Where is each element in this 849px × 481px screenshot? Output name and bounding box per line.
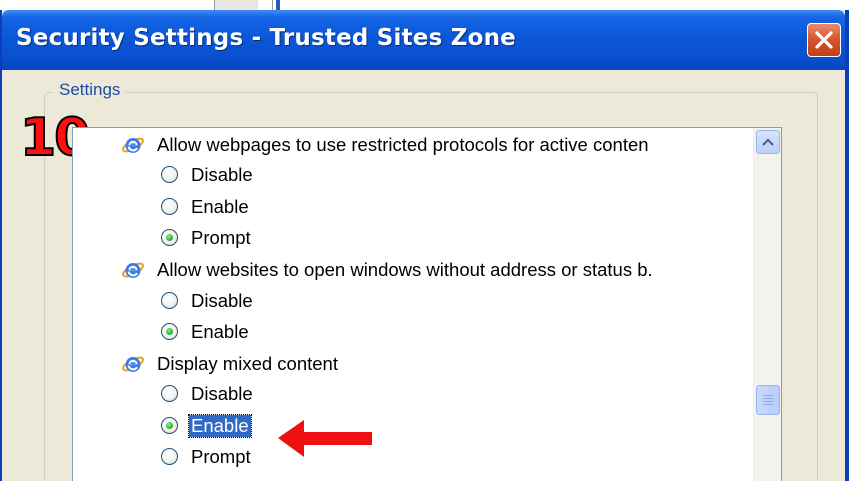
radio-option[interactable]: Disable [161,380,781,410]
ie-icon [121,133,145,157]
thumb-grip-line [763,398,773,399]
radio-button-checked[interactable] [161,416,178,434]
setting-category: Display mixed content [121,349,781,379]
setting-category-label: Allow websites to open windows without a… [157,259,653,281]
setting-category-label: Allow webpages to use restricted protoco… [157,134,649,155]
ie-icon [121,258,145,282]
radio-option[interactable]: Enable [161,412,781,442]
radio-option-label[interactable]: Disable [189,383,255,405]
radio-option-label[interactable]: Enable [189,196,251,218]
radio-button[interactable] [161,291,178,309]
setting-category-label: Display mixed content [157,353,338,375]
settings-list[interactable]: Allow webpages to use restricted protoco… [72,127,782,481]
title-bar[interactable]: Security Settings - Trusted Sites Zone [2,10,845,70]
radio-button[interactable] [161,448,178,465]
setting-category: Allow webpages to use restricted protoco… [121,130,781,160]
scroll-thumb[interactable] [756,385,780,415]
close-button[interactable] [807,23,841,57]
setting-category: Allow websites to open windows without a… [121,255,781,285]
radio-option[interactable]: Enable [161,318,781,348]
dialog-title: Security Settings - Trusted Sites Zone [16,25,516,51]
screenshot: Security Settings - Trusted Sites Zone S… [0,0,849,481]
radio-option[interactable]: Enable [161,193,781,223]
radio-option-label[interactable]: Enable [189,321,251,343]
radio-button[interactable] [161,197,178,215]
radio-option-label[interactable]: Prompt [189,446,253,468]
ie-icon [121,352,145,376]
chevron-up-icon [762,138,774,146]
red-arrow-annotation [278,420,372,457]
radio-option[interactable]: Prompt [161,443,781,473]
radio-option[interactable]: Disable [161,287,781,317]
radio-option-label[interactable]: Disable [189,164,255,186]
radio-option[interactable]: Prompt [161,224,781,254]
radio-button[interactable] [161,385,178,403]
radio-button-checked[interactable] [161,322,178,340]
scroll-up-button[interactable] [756,130,780,154]
thumb-grip-line [763,401,773,402]
radio-option-label[interactable]: Prompt [189,227,253,249]
radio-option-label[interactable]: Disable [189,290,255,312]
thumb-grip-line [763,395,773,396]
radio-option-label[interactable]: Enable [188,413,252,438]
radio-button[interactable] [161,166,178,184]
vertical-scrollbar[interactable] [753,128,781,481]
thumb-grip-line [763,404,773,405]
close-icon [815,31,833,49]
settings-group-label: Settings [54,80,126,100]
radio-option[interactable]: Disable [161,161,781,191]
radio-button-checked[interactable] [161,228,178,246]
